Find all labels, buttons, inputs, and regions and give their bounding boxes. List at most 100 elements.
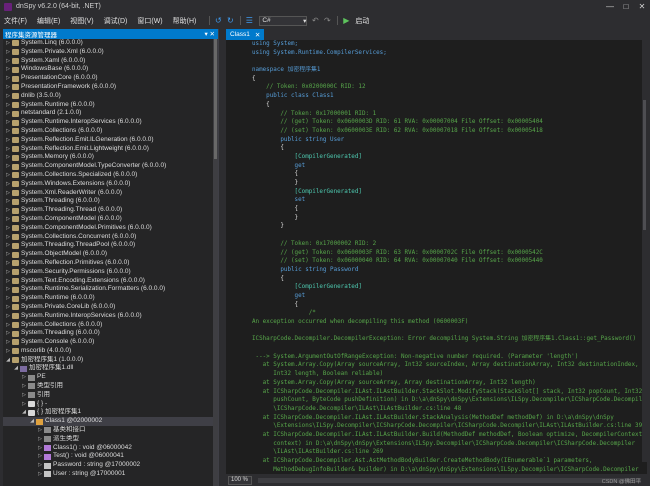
collapsed-arrow-icon[interactable]: ▷: [37, 435, 43, 444]
tree-item[interactable]: ▷ System.Windows.Extensions (6.0.0.0): [3, 180, 218, 189]
collapsed-arrow-icon[interactable]: ▷: [5, 197, 11, 206]
menu-debug[interactable]: 调试(D): [104, 16, 128, 26]
tree-item[interactable]: ▷ System.Text.Encoding.Extensions (6.0.0.…: [3, 277, 218, 286]
tree-scroll-thumb[interactable]: [214, 39, 217, 159]
collapsed-arrow-icon[interactable]: ▷: [5, 250, 11, 259]
tree-item[interactable]: ▷ System.Xaml (6.0.0.0): [3, 57, 218, 66]
tree-item[interactable]: ▷ System.Collections (6.0.0.0): [3, 321, 218, 330]
collapsed-arrow-icon[interactable]: ▷: [5, 180, 11, 189]
tree-item[interactable]: ▷ System.ComponentModel (6.0.0.0): [3, 215, 218, 224]
collapsed-arrow-icon[interactable]: ▷: [5, 162, 11, 171]
redo-icon[interactable]: ↷: [322, 16, 332, 25]
collapsed-arrow-icon[interactable]: ▷: [5, 92, 11, 101]
tree-item[interactable]: ▷ Class1() : void @06000042: [3, 444, 218, 453]
tree-item[interactable]: ▷ System.Collections.Concurrent (6.0.0.0): [3, 233, 218, 242]
back-icon[interactable]: ↺: [213, 16, 223, 25]
close-tab-icon[interactable]: ✕: [255, 31, 260, 39]
expanded-arrow-icon[interactable]: ◢: [5, 356, 11, 365]
collapsed-arrow-icon[interactable]: ▷: [5, 109, 11, 118]
tree-item[interactable]: ◢ 加密程序集1.dll: [3, 364, 218, 373]
tree-item[interactable]: ▷ 类型引用: [3, 382, 218, 391]
tab-class1[interactable]: Class1 ✕: [226, 29, 265, 40]
collapsed-arrow-icon[interactable]: ▷: [5, 321, 11, 330]
collapsed-arrow-icon[interactable]: ▷: [5, 145, 11, 154]
collapsed-arrow-icon[interactable]: ▷: [5, 189, 11, 198]
collapsed-arrow-icon[interactable]: ▷: [21, 382, 27, 391]
start-icon[interactable]: ▶: [341, 16, 351, 25]
collapsed-arrow-icon[interactable]: ▷: [5, 294, 11, 303]
collapsed-arrow-icon[interactable]: ▷: [5, 171, 11, 180]
tree-scrollbar[interactable]: [213, 39, 218, 486]
menu-window[interactable]: 窗口(W): [137, 16, 162, 26]
tree-item[interactable]: ▷ System.Memory (6.0.0.0): [3, 153, 218, 162]
collapsed-arrow-icon[interactable]: ▷: [5, 127, 11, 136]
collapsed-arrow-icon[interactable]: ▷: [5, 303, 11, 312]
collapsed-arrow-icon[interactable]: ▷: [5, 39, 11, 48]
collapsed-arrow-icon[interactable]: ▷: [5, 259, 11, 268]
tree-item[interactable]: ▷ Test() : void @06000041: [3, 452, 218, 461]
editor-scroll-thumb[interactable]: [643, 100, 646, 230]
collapsed-arrow-icon[interactable]: ▷: [5, 285, 11, 294]
minimize-button[interactable]: —: [602, 2, 618, 11]
tree-item[interactable]: ▷ System.Runtime (6.0.0.0): [3, 294, 218, 303]
tree-item[interactable]: ▷ 引用: [3, 391, 218, 400]
collapsed-arrow-icon[interactable]: ▷: [5, 233, 11, 242]
tree-item[interactable]: ▷ PE: [3, 373, 218, 382]
menu-help[interactable]: 帮助(H): [173, 16, 197, 26]
tree-item[interactable]: ▷ System.ComponentModel.Primitives (6.0.0…: [3, 224, 218, 233]
tree-item[interactable]: ◢ { } 加密程序集1: [3, 408, 218, 417]
collapsed-arrow-icon[interactable]: ▷: [21, 391, 27, 400]
editor-scrollbar[interactable]: [642, 40, 647, 462]
tree-item[interactable]: ▷ System.Reflection.Emit.ILGeneration (6.…: [3, 136, 218, 145]
tree-item[interactable]: ▷ System.Security.Permissions (6.0.0.0): [3, 268, 218, 277]
tree-item[interactable]: ▷ 派生类型: [3, 435, 218, 444]
tree-item[interactable]: ▷ System.Console (6.0.0.0): [3, 338, 218, 347]
collapsed-arrow-icon[interactable]: ▷: [5, 153, 11, 162]
collapsed-arrow-icon[interactable]: ▷: [21, 373, 27, 382]
tree-item[interactable]: ▷ System.Collections.Specialized (6.0.0.0…: [3, 171, 218, 180]
tree-item[interactable]: ▷ dnlib (3.5.0.0): [3, 92, 218, 101]
collapsed-arrow-icon[interactable]: ▷: [37, 470, 43, 479]
collapsed-arrow-icon[interactable]: ▷: [5, 136, 11, 145]
collapsed-arrow-icon[interactable]: ▷: [37, 444, 43, 453]
tree-item[interactable]: ▷ WindowsBase (6.0.0.0): [3, 65, 218, 74]
collapsed-arrow-icon[interactable]: ▷: [21, 400, 27, 409]
collapsed-arrow-icon[interactable]: ▷: [5, 74, 11, 83]
tree-item[interactable]: ▷ System.Private.Xml (6.0.0.0): [3, 48, 218, 57]
collapsed-arrow-icon[interactable]: ▷: [5, 83, 11, 92]
collapsed-arrow-icon[interactable]: ▷: [5, 347, 11, 356]
collapsed-arrow-icon[interactable]: ▷: [37, 461, 43, 470]
expanded-arrow-icon[interactable]: ◢: [29, 417, 35, 426]
collapsed-arrow-icon[interactable]: ▷: [5, 338, 11, 347]
collapsed-arrow-icon[interactable]: ▷: [5, 277, 11, 286]
close-button[interactable]: ✕: [634, 2, 650, 11]
tree-item[interactable]: ▷ System.Linq (6.0.0.0): [3, 39, 218, 48]
close-panel-icon[interactable]: ▾ ✕: [204, 30, 215, 38]
collapsed-arrow-icon[interactable]: ▷: [5, 206, 11, 215]
tree-item[interactable]: ▷ mscorlib (4.0.0.0): [3, 347, 218, 356]
tree-item[interactable]: ▷ System.Threading.ThreadPool (6.0.0.0): [3, 241, 218, 250]
collapsed-arrow-icon[interactable]: ▷: [5, 329, 11, 338]
tree-item[interactable]: ▷ { } -: [3, 400, 218, 409]
panel-splitter[interactable]: [219, 29, 226, 486]
tree-item[interactable]: ▷ System.Runtime.InteropServices (6.0.0.0…: [3, 312, 218, 321]
tree-item[interactable]: ▷ System.Private.CoreLib (6.0.0.0): [3, 303, 218, 312]
collapsed-arrow-icon[interactable]: ▷: [37, 426, 43, 435]
tree-item[interactable]: ▷ Password : string @17000002: [3, 461, 218, 470]
forward-icon[interactable]: ↻: [225, 16, 235, 25]
collapsed-arrow-icon[interactable]: ▷: [5, 312, 11, 321]
collapsed-arrow-icon[interactable]: ▷: [5, 48, 11, 57]
decompiled-code[interactable]: using System; using System.Runtime.Compil…: [226, 40, 647, 474]
collapsed-arrow-icon[interactable]: ▷: [37, 452, 43, 461]
collapsed-arrow-icon[interactable]: ▷: [5, 118, 11, 127]
tree-item[interactable]: ▷ System.Runtime.InteropServices (6.0.0.0…: [3, 118, 218, 127]
tree-item[interactable]: ▷ PresentationFramework (6.0.0.0): [3, 83, 218, 92]
collapsed-arrow-icon[interactable]: ▷: [5, 241, 11, 250]
tree-item-selected[interactable]: ◢ Class1 @02000002: [3, 417, 218, 427]
menu-edit[interactable]: 编辑(E): [37, 16, 60, 26]
tree-item[interactable]: ▷ User : string @17000001: [3, 470, 218, 479]
expanded-arrow-icon[interactable]: ◢: [13, 364, 19, 373]
collapsed-arrow-icon[interactable]: ▷: [5, 215, 11, 224]
tree-item[interactable]: ▷ System.Runtime (6.0.0.0): [3, 101, 218, 110]
menu-file[interactable]: 文件(F): [4, 16, 27, 26]
